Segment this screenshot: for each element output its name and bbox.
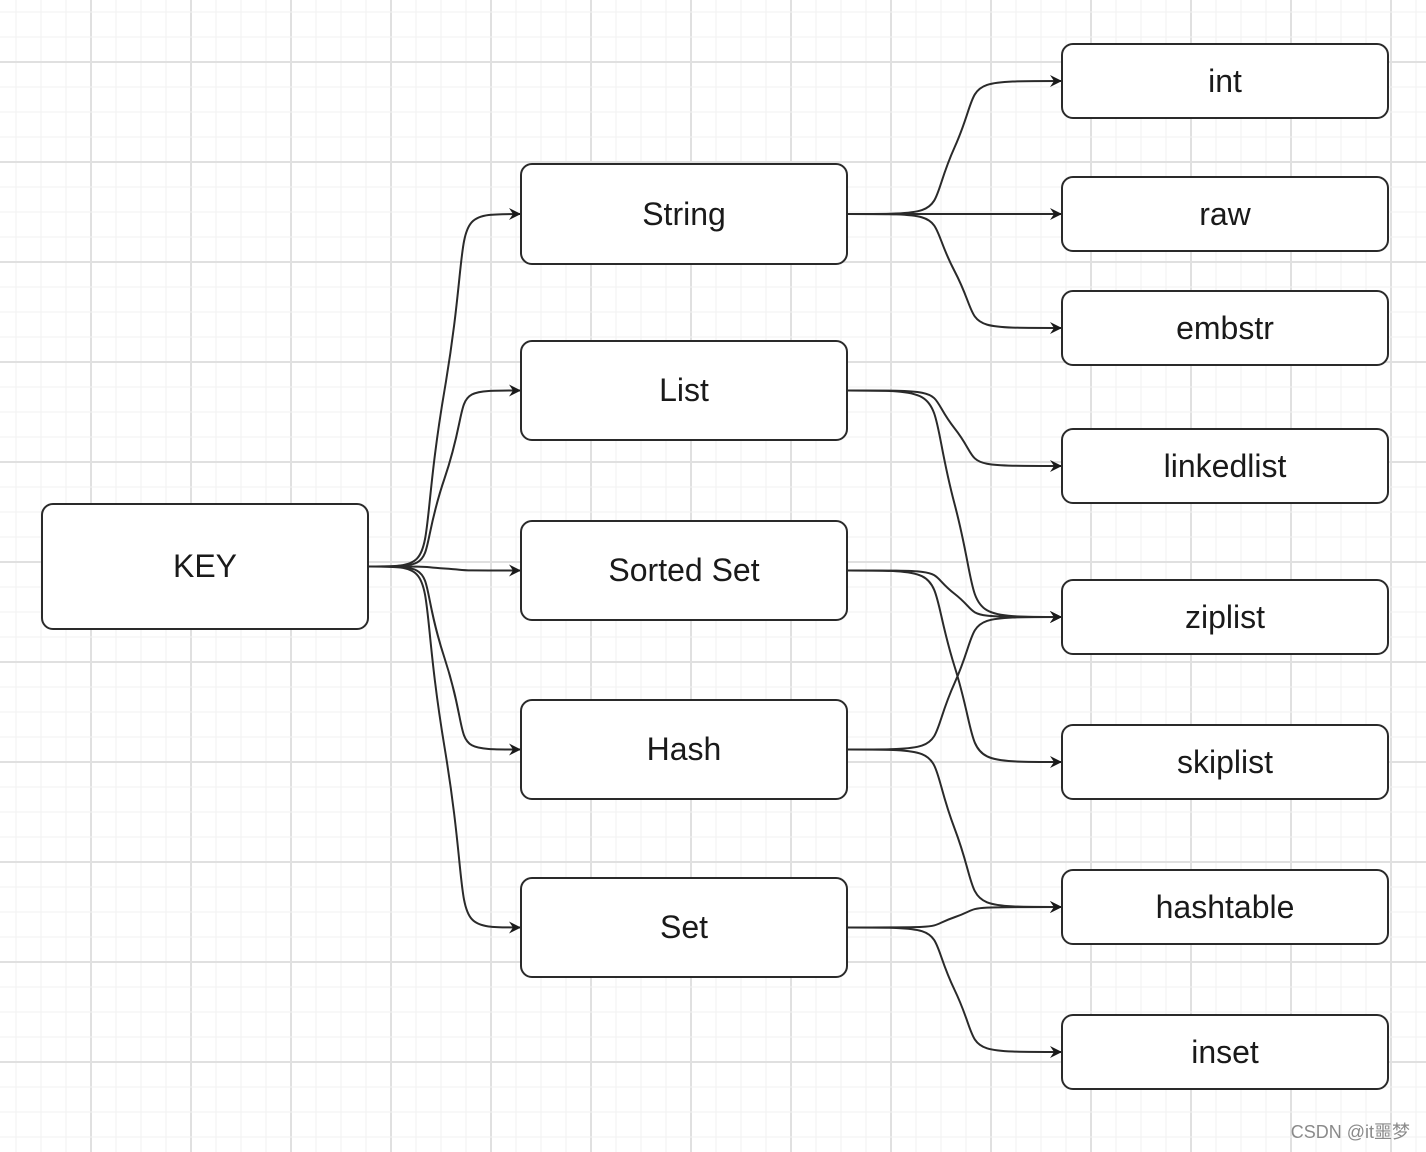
node-label: KEY bbox=[172, 548, 238, 584]
node-label: hashtable bbox=[1155, 888, 1295, 925]
edge-list-ziplist bbox=[847, 389, 1062, 623]
node-label: Hash bbox=[646, 731, 722, 767]
node-label: List bbox=[659, 372, 709, 408]
node-label: Sorted Set bbox=[608, 552, 760, 588]
node-hash[interactable]: Hash bbox=[520, 699, 848, 800]
watermark: CSDN @it噩梦 bbox=[1290, 1122, 1410, 1142]
edge-string-int bbox=[847, 75, 1062, 215]
edge-sorted_set-skiplist bbox=[847, 569, 1062, 768]
node-skiplist[interactable]: skiplist bbox=[1061, 724, 1389, 800]
node-key[interactable]: KEY bbox=[41, 503, 369, 630]
edge-set-inset bbox=[847, 926, 1062, 1058]
node-list[interactable]: List bbox=[520, 340, 848, 441]
node-label: ziplist bbox=[1184, 598, 1265, 635]
node-label: String bbox=[642, 195, 726, 232]
node-sorted-set[interactable]: Sorted Set bbox=[520, 520, 848, 621]
node-hashtable[interactable]: hashtable bbox=[1061, 869, 1389, 945]
edge-list-linkedlist bbox=[847, 389, 1062, 472]
node-label: linkedlist bbox=[1163, 447, 1287, 484]
node-embstr[interactable]: embstr bbox=[1061, 290, 1389, 366]
node-label: embstr bbox=[1176, 309, 1274, 346]
node-linkedlist[interactable]: linkedlist bbox=[1061, 428, 1389, 504]
node-label: raw bbox=[1199, 195, 1251, 232]
node-label: skiplist bbox=[1176, 743, 1273, 780]
node-ziplist[interactable]: ziplist bbox=[1061, 579, 1389, 655]
node-string[interactable]: String bbox=[520, 163, 848, 265]
node-set[interactable]: Set bbox=[520, 877, 848, 978]
node-label: inset bbox=[1191, 1033, 1259, 1070]
edge-sorted_set-ziplist bbox=[847, 569, 1062, 623]
node-label: Set bbox=[659, 909, 709, 945]
edge-key-set bbox=[368, 565, 521, 934]
node-int[interactable]: int bbox=[1061, 43, 1389, 119]
edge-hash-hashtable bbox=[847, 748, 1062, 913]
node-label: int bbox=[1208, 62, 1242, 99]
edge-hash-ziplist bbox=[847, 611, 1062, 751]
edge-key-list bbox=[368, 384, 521, 568]
edge-set-hashtable bbox=[847, 901, 1062, 929]
edge-string-embstr bbox=[847, 213, 1062, 334]
node-raw[interactable]: raw bbox=[1061, 176, 1389, 252]
edge-key-hash bbox=[368, 565, 521, 756]
node-inset[interactable]: inset bbox=[1061, 1014, 1389, 1090]
